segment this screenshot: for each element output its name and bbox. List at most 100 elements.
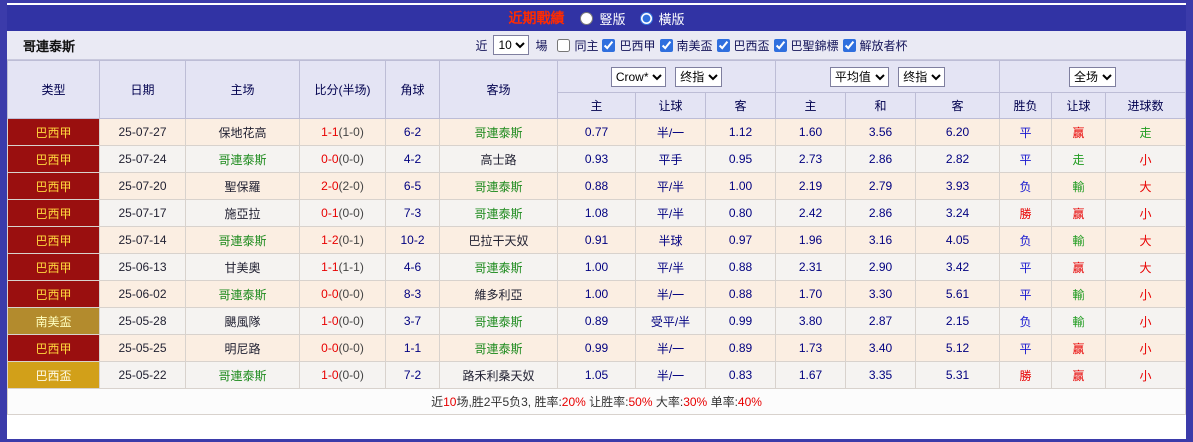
layout-option-label: 豎版 <box>599 9 625 28</box>
away-team-cell[interactable]: 哥連泰斯 <box>440 335 558 362</box>
home-team-cell[interactable]: 哥連泰斯 <box>186 281 300 308</box>
league-filter-checkbox[interactable] <box>843 39 856 52</box>
handicap-cell: 平手 <box>636 146 706 173</box>
halftime-score: (0-0) <box>339 314 364 328</box>
date-cell: 25-05-25 <box>100 335 186 362</box>
away-team-cell[interactable]: 哥連泰斯 <box>440 308 558 335</box>
fulltime-score: 0-1 <box>321 206 338 220</box>
league-filter[interactable]: 同主 <box>557 37 598 54</box>
home-odds-cell: 0.93 <box>558 146 636 173</box>
avg-home-odds-cell: 1.73 <box>776 335 846 362</box>
away-team-cell[interactable]: 巴拉干天奴 <box>440 227 558 254</box>
home-team-cell[interactable]: 哥連泰斯 <box>186 146 300 173</box>
league-cell: 巴西甲 <box>8 254 100 281</box>
match-count-select[interactable]: 10 <box>493 35 529 55</box>
layout-option-label: 橫版 <box>659 9 685 28</box>
layout-option[interactable]: 橫版 <box>640 9 685 28</box>
layout-radio[interactable] <box>580 12 593 25</box>
result-scope-select[interactable]: 全场 <box>1069 67 1116 87</box>
fulltime-score: 1-1 <box>321 260 338 274</box>
summary-win-rate: 20% <box>562 395 586 409</box>
away-odds-cell: 0.88 <box>706 254 776 281</box>
league-cell: 巴西甲 <box>8 119 100 146</box>
col-header-corner: 角球 <box>386 61 440 119</box>
avg-home-odds-cell: 1.96 <box>776 227 846 254</box>
avg-source-select[interactable]: 平均值 <box>830 67 889 87</box>
avg-stage-select[interactable]: 终指 <box>898 67 945 87</box>
table-row: 巴西甲25-07-27保地花高1-1(1-0)6-2哥連泰斯0.77半/一1.1… <box>8 119 1186 146</box>
match-rows: 巴西甲25-07-27保地花高1-1(1-0)6-2哥連泰斯0.77半/一1.1… <box>8 119 1186 389</box>
home-team-cell[interactable]: 哥連泰斯 <box>186 227 300 254</box>
league-filter[interactable]: 巴西盃 <box>717 37 770 54</box>
home-team-cell[interactable]: 聖保羅 <box>186 173 300 200</box>
result-scope-header: 全场 <box>1000 61 1186 93</box>
league-filter-checkbox[interactable] <box>602 39 615 52</box>
corner-cell: 4-2 <box>386 146 440 173</box>
away-team-cell[interactable]: 哥連泰斯 <box>440 200 558 227</box>
league-filter-checkbox[interactable] <box>557 39 570 52</box>
layout-radio[interactable] <box>640 12 653 25</box>
corner-cell: 3-7 <box>386 308 440 335</box>
avg-away-odds-cell: 2.15 <box>916 308 1000 335</box>
avg-away-odds-cell: 3.24 <box>916 200 1000 227</box>
league-filter[interactable]: 南美盃 <box>660 37 713 54</box>
home-team-cell[interactable]: 保地花高 <box>186 119 300 146</box>
result-cell: 平 <box>1000 281 1052 308</box>
odds-source-select[interactable]: Crow* <box>611 67 666 87</box>
halftime-score: (2-0) <box>339 179 364 193</box>
league-filter-checkbox[interactable] <box>717 39 730 52</box>
home-team-cell[interactable]: 甘美奧 <box>186 254 300 281</box>
away-team-cell[interactable]: 哥連泰斯 <box>440 254 558 281</box>
league-filter[interactable]: 巴西甲 <box>602 37 655 54</box>
league-filter-checkbox[interactable] <box>660 39 673 52</box>
avg-away-odds-cell: 2.82 <box>916 146 1000 173</box>
avg-home-odds-cell: 2.73 <box>776 146 846 173</box>
away-team-cell[interactable]: 哥連泰斯 <box>440 173 558 200</box>
home-team-cell[interactable]: 施亞拉 <box>186 200 300 227</box>
layout-option[interactable]: 豎版 <box>580 9 625 28</box>
sub-header-odds-home: 主 <box>558 93 636 119</box>
halftime-score: (0-0) <box>339 341 364 355</box>
handicap-cell: 受平/半 <box>636 308 706 335</box>
away-team-cell[interactable]: 哥連泰斯 <box>440 119 558 146</box>
avg-draw-odds-cell: 2.79 <box>846 173 916 200</box>
league-filter[interactable]: 解放者杯 <box>843 37 908 54</box>
goals-result-cell: 大 <box>1106 227 1186 254</box>
away-team-cell[interactable]: 維多利亞 <box>440 281 558 308</box>
result-cell: 勝 <box>1000 200 1052 227</box>
result-cell: 平 <box>1000 335 1052 362</box>
odds-stage-select[interactable]: 终指 <box>675 67 722 87</box>
away-team-cell[interactable]: 路禾利桑天奴 <box>440 362 558 389</box>
home-odds-cell: 0.99 <box>558 335 636 362</box>
corner-cell: 1-1 <box>386 335 440 362</box>
score-cell: 1-1(1-1) <box>300 254 386 281</box>
avg-away-odds-cell: 5.12 <box>916 335 1000 362</box>
avg-draw-odds-cell: 2.90 <box>846 254 916 281</box>
league-cell: 巴西甲 <box>8 335 100 362</box>
score-cell: 0-0(0-0) <box>300 335 386 362</box>
score-cell: 0-1(0-0) <box>300 200 386 227</box>
away-odds-cell: 0.80 <box>706 200 776 227</box>
league-cell: 巴西盃 <box>8 362 100 389</box>
league-filter-checkbox[interactable] <box>774 39 787 52</box>
date-cell: 25-07-17 <box>100 200 186 227</box>
avg-home-odds-cell: 2.19 <box>776 173 846 200</box>
table-row: 南美盃25-05-28颶風隊1-0(0-0)3-7哥連泰斯0.89受平/半0.9… <box>8 308 1186 335</box>
away-team-cell[interactable]: 高士路 <box>440 146 558 173</box>
home-team-cell[interactable]: 哥連泰斯 <box>186 362 300 389</box>
summary-handicap-label: 让胜率: <box>586 393 629 410</box>
home-team-cell[interactable]: 颶風隊 <box>186 308 300 335</box>
fulltime-score: 1-2 <box>321 233 338 247</box>
league-filter[interactable]: 巴聖錦標 <box>774 37 839 54</box>
date-cell: 25-07-24 <box>100 146 186 173</box>
table-row: 巴西甲25-05-25明尼路0-0(0-0)1-1哥連泰斯0.99半/一0.89… <box>8 335 1186 362</box>
home-team-cell[interactable]: 明尼路 <box>186 335 300 362</box>
summary-odd-label: 单率: <box>707 393 738 410</box>
handicap-result-cell: 輸 <box>1052 227 1106 254</box>
avg-draw-odds-cell: 3.40 <box>846 335 916 362</box>
sub-header-handicap-result: 让球 <box>1052 93 1106 119</box>
league-cell: 巴西甲 <box>8 281 100 308</box>
home-odds-cell: 0.88 <box>558 173 636 200</box>
sub-header-avg-away: 客 <box>916 93 1000 119</box>
result-cell: 平 <box>1000 119 1052 146</box>
